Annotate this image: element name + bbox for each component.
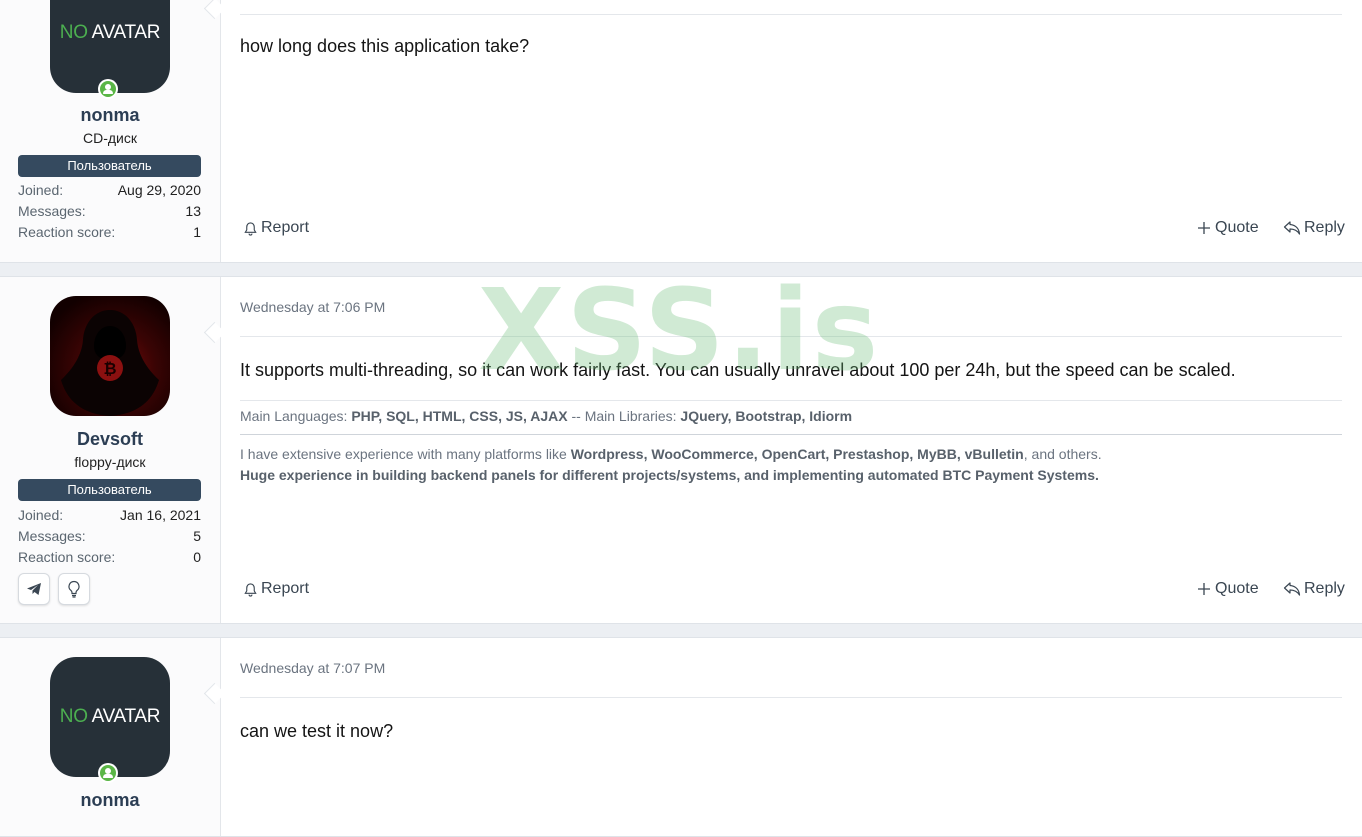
quote-button[interactable]: Quote — [1196, 219, 1259, 237]
user-title: CD-диск — [83, 130, 137, 146]
telegram-icon — [27, 583, 41, 595]
telegram-contact-button[interactable] — [18, 573, 50, 605]
stat-reaction-score: Reaction score: 1 — [18, 224, 201, 240]
svg-text:₿: ₿ — [103, 359, 116, 378]
user-title: floppy-диск — [74, 454, 146, 470]
user-column: NO AVATAR nonma CD-диск Пользователь Joi… — [0, 0, 221, 262]
lightbulb-icon — [68, 580, 80, 598]
signature-divider — [240, 434, 1342, 435]
divider — [240, 336, 1342, 337]
stat-joined: Joined: Jan 16, 2021 — [18, 507, 201, 523]
stat-joined: Joined: Aug 29, 2020 — [18, 182, 201, 198]
user-banner: Пользователь — [18, 155, 201, 177]
user-column: NO AVATAR nonma — [0, 638, 221, 836]
post-date[interactable]: Wednesday at 7:06 PM — [240, 299, 385, 315]
reply-icon — [1283, 221, 1301, 235]
post-2: ₿ Devsoft floppy-диск Пользователь Joine… — [0, 276, 1362, 624]
message-text: can we test it now? — [240, 721, 394, 741]
post-date[interactable]: Wednesday at 7:07 PM — [240, 660, 385, 676]
reply-icon — [1283, 582, 1301, 596]
signature-line-3: Huge experience in building backend pane… — [240, 467, 1099, 483]
avatar[interactable]: ₿ — [50, 296, 170, 416]
signature-line-2: I have extensive experience with many pl… — [240, 446, 1102, 462]
report-button[interactable]: Report — [243, 580, 309, 598]
online-status-icon — [98, 79, 118, 99]
message-text: It supports multi-threading, so it can w… — [240, 360, 1236, 380]
stat-messages: Messages: 5 — [18, 528, 201, 544]
quote-button[interactable]: Quote — [1196, 580, 1259, 598]
reply-button[interactable]: Reply — [1283, 580, 1345, 598]
online-status-icon — [98, 763, 118, 783]
post-3: NO AVATAR nonma Wednesday at 7:07 PM can… — [0, 637, 1362, 837]
plus-icon — [1198, 222, 1210, 234]
bell-icon — [244, 221, 257, 236]
user-banner: Пользователь — [18, 479, 201, 501]
signature-divider — [240, 400, 1342, 401]
divider — [240, 14, 1342, 15]
divider — [240, 697, 1342, 698]
stat-messages: Messages: 13 — [18, 203, 201, 219]
user-column: ₿ Devsoft floppy-диск Пользователь Joine… — [0, 277, 221, 623]
bell-icon — [244, 582, 257, 597]
username[interactable]: Devsoft — [0, 429, 220, 450]
plus-icon — [1198, 583, 1210, 595]
username[interactable]: nonma — [0, 790, 220, 811]
stat-reaction-score: Reaction score: 0 — [18, 549, 201, 565]
avatar[interactable]: NO AVATAR — [50, 657, 170, 777]
signature-line-1: Main Languages: PHP, SQL, HTML, CSS, JS,… — [240, 408, 853, 424]
lightbulb-contact-button[interactable] — [58, 573, 90, 605]
post-1: NO AVATAR nonma CD-диск Пользователь Joi… — [0, 0, 1362, 263]
report-button[interactable]: Report — [243, 219, 309, 237]
username[interactable]: nonma — [0, 105, 220, 126]
hooded-figure-bitcoin-image: ₿ — [61, 310, 159, 416]
reply-button[interactable]: Reply — [1283, 219, 1345, 237]
message-text: how long does this application take? — [240, 36, 530, 56]
